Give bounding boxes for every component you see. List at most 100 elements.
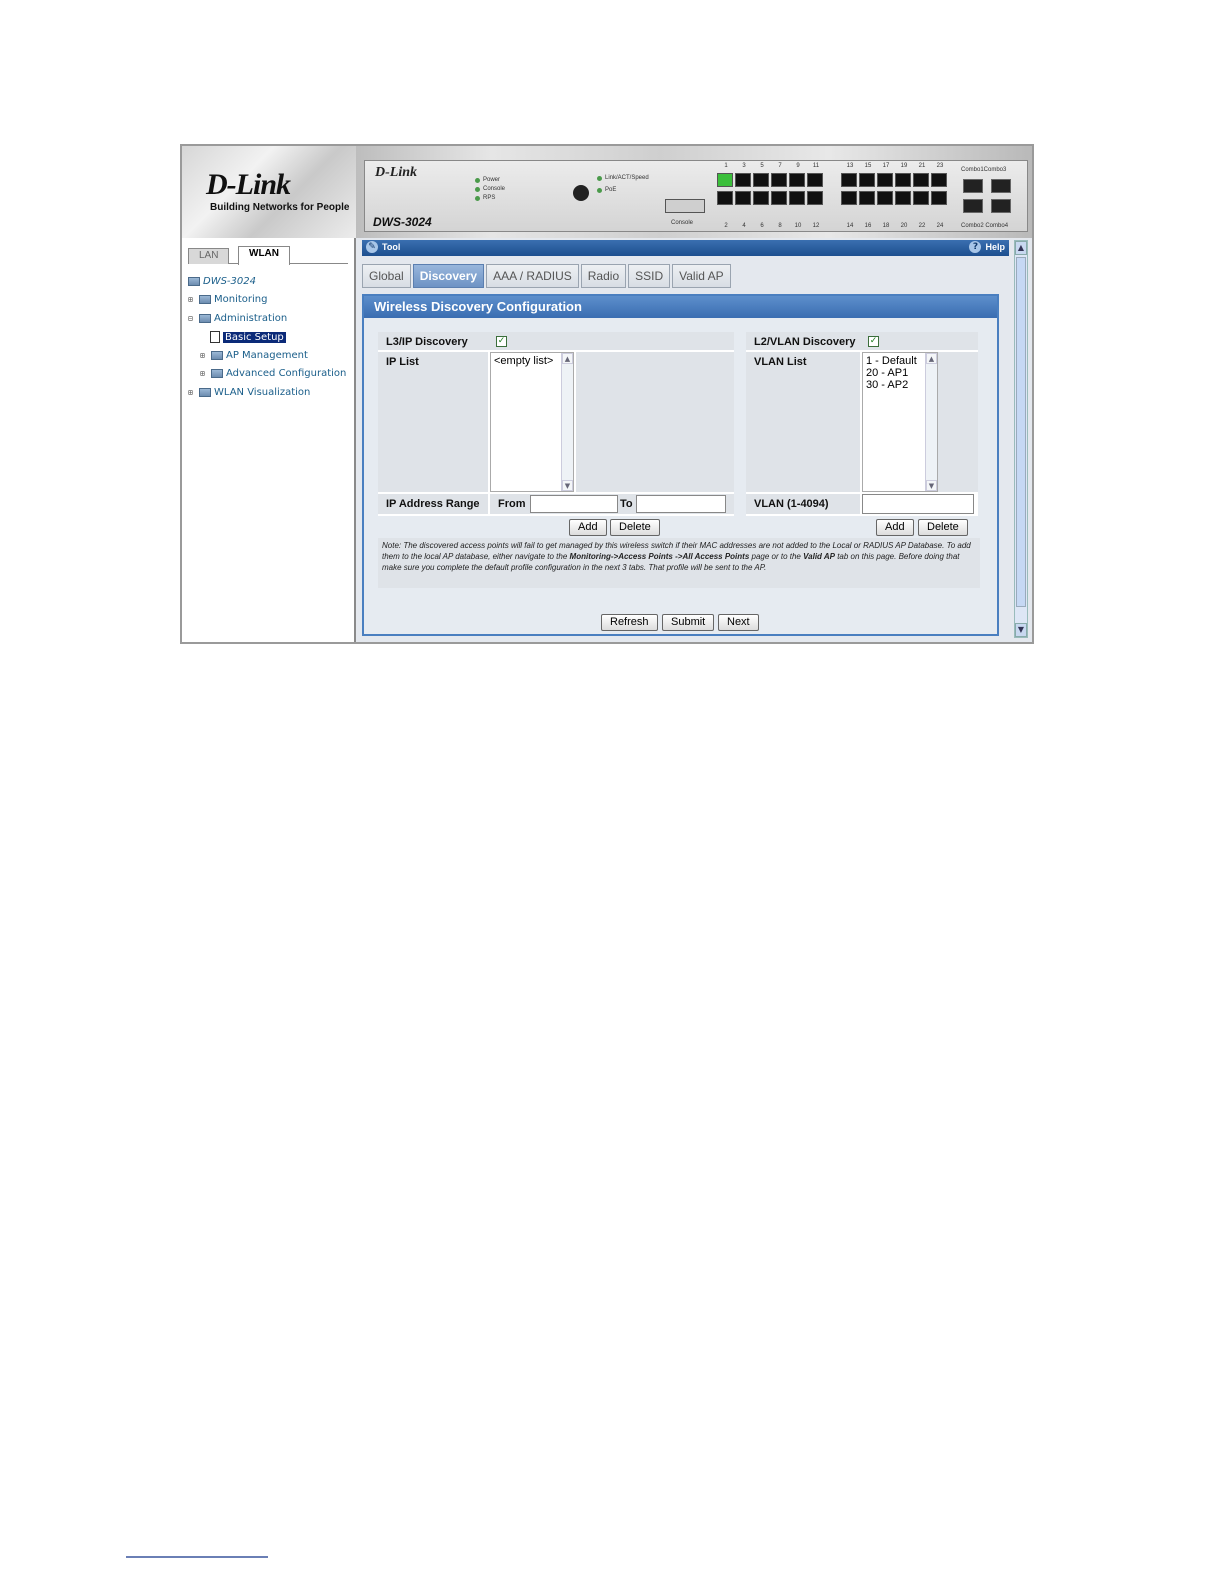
l2-discovery-checkbox[interactable]: ✓ xyxy=(868,336,879,347)
ip-add-button[interactable]: Add xyxy=(569,519,607,536)
vlan-list-scrollbar[interactable]: ▲ ▼ xyxy=(925,353,937,491)
l3-panel: L3/IP Discovery ✓ IP List <empty list> ▲… xyxy=(378,332,734,516)
folder-icon xyxy=(188,277,200,286)
tree-item-monitoring[interactable]: ⊞ Monitoring xyxy=(188,294,267,305)
expand-icon[interactable]: ⊞ xyxy=(188,295,196,304)
ip-range-row: IP Address Range xyxy=(378,494,488,514)
l3-discovery-row: L3/IP Discovery ✓ xyxy=(378,332,734,350)
ip-list-box[interactable]: <empty list> ▲ ▼ xyxy=(490,352,574,492)
ip-list-item[interactable]: <empty list> xyxy=(494,355,570,367)
tab-radio[interactable]: Radio xyxy=(580,264,627,288)
scroll-down-icon[interactable]: ▼ xyxy=(1015,623,1027,637)
dlink-logo: D-Link xyxy=(206,168,291,201)
folder-icon xyxy=(199,388,211,397)
scroll-up-icon[interactable]: ▲ xyxy=(562,353,573,364)
from-label: From xyxy=(498,498,526,510)
tree-item-ap-management[interactable]: ⊞ AP Management xyxy=(200,350,308,361)
ip-from-input[interactable] xyxy=(530,495,618,513)
port-numbers-top-b: 13 15 17 19 21 23 xyxy=(846,163,944,169)
scroll-up-icon[interactable]: ▲ xyxy=(926,353,937,364)
combo-port xyxy=(991,199,1011,213)
scroll-down-icon[interactable]: ▼ xyxy=(926,480,937,491)
submit-button[interactable]: Submit xyxy=(662,614,715,631)
sidebar: LAN WLAN DWS-3024 ⊞ Monitoring ⊟ Adminis… xyxy=(182,238,356,642)
port xyxy=(807,191,823,205)
led-icon xyxy=(597,175,602,181)
collapse-icon[interactable]: ⊟ xyxy=(188,314,196,323)
ip-to-input[interactable] xyxy=(636,495,726,513)
ip-delete-button[interactable]: Delete xyxy=(610,519,660,536)
tree-item-root[interactable]: DWS-3024 xyxy=(188,276,256,287)
tab-wlan[interactable]: WLAN xyxy=(238,246,290,265)
ports-group-a xyxy=(717,173,825,207)
combo-port xyxy=(963,199,983,213)
vlan-list-item[interactable]: 20 - AP1 xyxy=(866,367,934,379)
port xyxy=(735,173,751,187)
vlan-id-input[interactable] xyxy=(862,494,974,514)
vlan-list-label: VLAN List xyxy=(754,356,807,368)
help-button[interactable]: ? Help xyxy=(969,241,1005,253)
folder-icon xyxy=(211,369,223,378)
expand-icon[interactable]: ⊞ xyxy=(188,388,196,397)
tool-button[interactable]: ✎ Tool xyxy=(366,241,400,253)
folder-icon xyxy=(199,295,211,304)
port xyxy=(807,173,823,187)
console-label: Console xyxy=(671,220,694,226)
expand-icon[interactable]: ⊞ xyxy=(200,351,208,360)
scroll-thumb[interactable] xyxy=(1016,257,1026,607)
tree-item-administration[interactable]: ⊟ Administration xyxy=(188,313,287,324)
l3-discovery-label: L3/IP Discovery xyxy=(386,336,468,348)
led-icon xyxy=(475,177,480,183)
tab-ssid[interactable]: SSID xyxy=(628,264,671,288)
ip-range-fields: From To xyxy=(490,494,734,514)
tool-icon: ✎ xyxy=(366,241,378,253)
note-text: Note: The discovered access points will … xyxy=(378,538,980,588)
port xyxy=(735,191,751,205)
config-tabs: Global Discovery AAA / RADIUS Radio SSID… xyxy=(362,264,731,290)
vlan-list-item[interactable]: 30 - AP2 xyxy=(866,379,934,391)
combo-label-bottom: Combo2 Combo4 xyxy=(961,223,1009,229)
ip-range-label: IP Address Range xyxy=(386,498,480,510)
tab-aaa-radius[interactable]: AAA / RADIUS xyxy=(486,264,579,288)
vlan-delete-button[interactable]: Delete xyxy=(918,519,968,536)
tree-item-wlan-visualization[interactable]: ⊞ WLAN Visualization xyxy=(188,387,310,398)
l3-discovery-checkbox[interactable]: ✓ xyxy=(496,336,507,347)
vlan-add-button[interactable]: Add xyxy=(876,519,914,536)
refresh-button[interactable]: Refresh xyxy=(601,614,658,631)
device-brand: D-Link xyxy=(375,165,417,180)
vlan-id-row: VLAN (1-4094) xyxy=(746,494,860,514)
led-console: Console xyxy=(475,186,505,192)
logo-tagline: Building Networks for People xyxy=(210,202,350,213)
tab-lan[interactable]: LAN xyxy=(188,248,230,264)
vlan-list-item[interactable]: 1 - Default xyxy=(866,355,934,367)
scroll-down-icon[interactable]: ▼ xyxy=(562,480,573,491)
tree-item-basic-setup[interactable]: Basic Setup xyxy=(210,331,286,343)
main-area: ✎ Tool ? Help ▲ ▼ Global Discovery AAA /… xyxy=(356,238,1032,642)
led-power: Power xyxy=(475,177,500,183)
console-port xyxy=(665,199,705,213)
port xyxy=(717,191,733,205)
vertical-scrollbar[interactable]: ▲ ▼ xyxy=(1014,240,1028,638)
section-title: Wireless Discovery Configuration xyxy=(364,296,997,318)
toolbar: ✎ Tool ? Help xyxy=(362,240,1009,256)
tab-global[interactable]: Global xyxy=(362,264,411,288)
tab-valid-ap[interactable]: Valid AP xyxy=(672,264,731,288)
led-poe: PoE xyxy=(597,187,616,193)
port xyxy=(859,191,875,205)
combo-label-top: Combo1Combo3 xyxy=(961,167,1007,173)
ip-list-scrollbar[interactable]: ▲ ▼ xyxy=(561,353,573,491)
next-button[interactable]: Next xyxy=(718,614,759,631)
vlan-id-label: VLAN (1-4094) xyxy=(754,498,829,510)
port xyxy=(895,173,911,187)
scroll-up-icon[interactable]: ▲ xyxy=(1015,241,1027,255)
port xyxy=(877,191,893,205)
port-numbers-bottom-a: 2 4 6 8 10 12 xyxy=(724,223,820,229)
tree-item-advanced-configuration[interactable]: ⊞ Advanced Configuration xyxy=(200,368,346,379)
device-knob xyxy=(573,185,589,201)
port xyxy=(913,173,929,187)
l2-discovery-row: L2/VLAN Discovery ✓ xyxy=(746,332,978,350)
tab-discovery[interactable]: Discovery xyxy=(412,264,485,288)
port xyxy=(771,173,787,187)
expand-icon[interactable]: ⊞ xyxy=(200,369,208,378)
vlan-list-box[interactable]: 1 - Default 20 - AP1 30 - AP2 ▲ ▼ xyxy=(862,352,938,492)
